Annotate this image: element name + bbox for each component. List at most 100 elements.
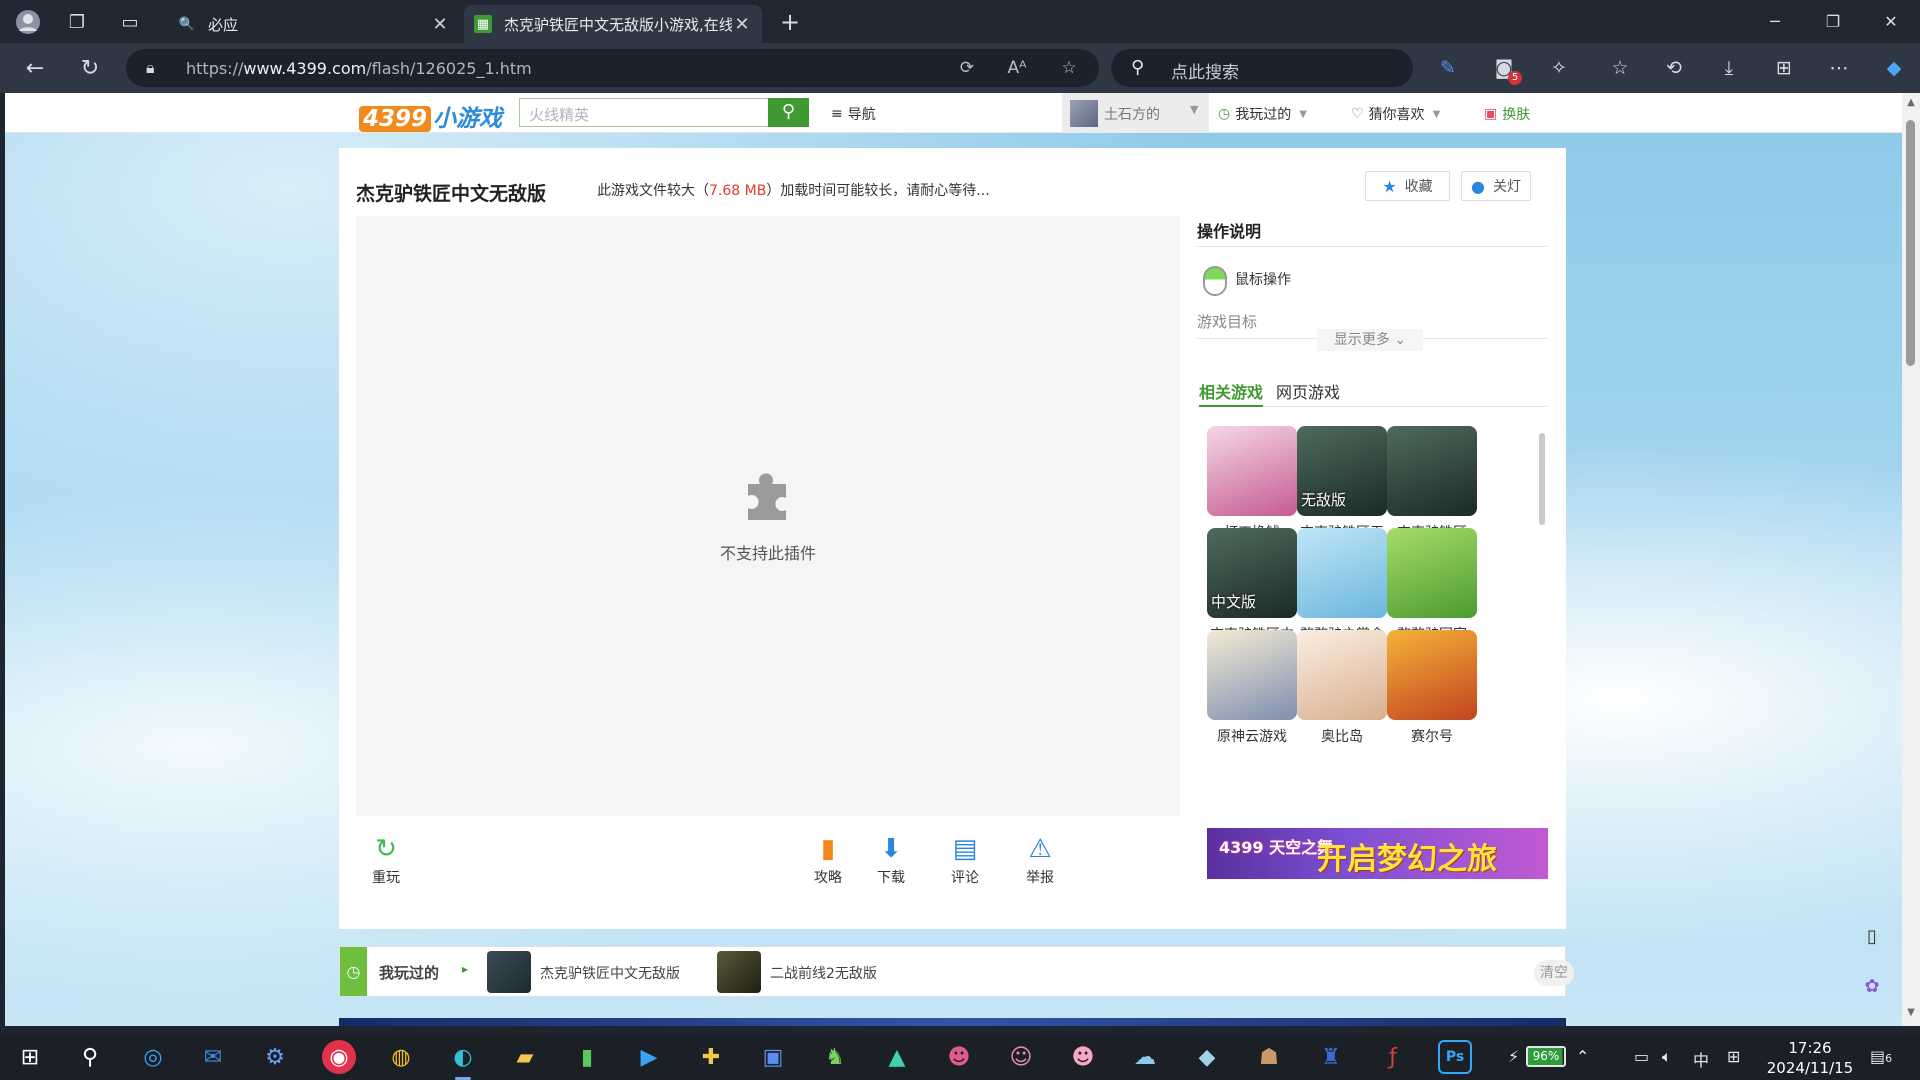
app-icon[interactable]: ◎ — [136, 1040, 170, 1074]
site-logo[interactable]: 4399 小游戏 — [359, 99, 502, 133]
minimize-icon[interactable]: ─ — [1746, 0, 1804, 43]
related-game-item[interactable]: 原神云游戏 — [1207, 630, 1302, 746]
ime-indicator[interactable]: 中 — [1693, 1047, 1709, 1071]
power-icon[interactable]: ⚡ — [1508, 1047, 1519, 1066]
clear-history-button[interactable]: 清空 — [1534, 960, 1574, 986]
related-game-item[interactable]: 憨憨驴回家 — [1382, 528, 1482, 644]
restore-icon[interactable]: ❐ — [1804, 0, 1862, 43]
start-icon[interactable]: ⊞ — [13, 1040, 47, 1074]
clock-date[interactable]: 2024/11/15 — [1765, 1059, 1855, 1077]
close-icon[interactable]: ✕ — [732, 14, 752, 35]
tab-bing[interactable]: 🔍 必应 ✕ — [168, 5, 460, 43]
played-thumb[interactable] — [487, 951, 531, 993]
more-menu-icon[interactable]: ⋯ — [1825, 54, 1853, 82]
game-icon[interactable]: ♞ — [818, 1040, 852, 1074]
nav-menu[interactable]: ≡ 导航 — [831, 104, 876, 124]
show-more-button[interactable]: 显示更多 ⌄ — [1317, 329, 1423, 351]
tab-related-games[interactable]: 相关游戏 — [1199, 379, 1264, 407]
related-game-item[interactable]: 打工挣钱 — [1207, 426, 1302, 542]
played-item[interactable]: 二战前线2无敌版 — [770, 963, 877, 983]
site-search-button[interactable]: ⚲ — [768, 98, 809, 127]
netease-music-icon[interactable]: ◉ — [322, 1040, 356, 1074]
outlook-icon[interactable]: ✉ — [196, 1040, 230, 1074]
app-icon[interactable]: ♜ — [1314, 1040, 1348, 1074]
browser-search-box[interactable]: ⚲ 点此搜索 — [1111, 49, 1413, 87]
report-button[interactable]: ⚠ 举报 — [1010, 831, 1070, 887]
photoshop-icon[interactable]: Ps — [1438, 1040, 1472, 1074]
keyboard-layout-icon[interactable]: ⊞ — [1727, 1047, 1740, 1066]
read-aloud-icon[interactable]: Aᴬ — [1006, 57, 1028, 79]
app-icon[interactable]: ◆ — [1190, 1040, 1224, 1074]
grid-scrollbar[interactable] — [1539, 433, 1545, 525]
file-explorer-icon[interactable]: ▰ — [508, 1040, 542, 1074]
chrome-icon[interactable]: ◍ — [384, 1040, 418, 1074]
brain-assistant-icon[interactable]: ✿ — [1859, 976, 1885, 1002]
game-player[interactable]: 不支持此插件 — [356, 216, 1180, 816]
app-icon[interactable]: ▮ — [570, 1040, 604, 1074]
favorite-button[interactable]: ★ 收藏 — [1365, 171, 1450, 201]
pen-extension-icon[interactable]: ✎ — [1434, 54, 1462, 82]
scroll-down-icon[interactable]: ▼ — [1904, 1007, 1918, 1021]
guide-button[interactable]: ▮ 攻略 — [798, 831, 858, 887]
chevron-up-icon[interactable]: ⌃ — [1576, 1047, 1589, 1066]
profile-icon[interactable] — [14, 8, 42, 36]
flash-icon[interactable]: ƒ — [1376, 1040, 1410, 1074]
notifications-icon[interactable]: ▤6 — [1870, 1047, 1892, 1066]
app-icon[interactable]: ☗ — [1252, 1040, 1286, 1074]
extensions-puzzle-icon[interactable]: ✧ — [1545, 54, 1573, 82]
tab-4399-game[interactable]: ▦ 杰克驴铁匠中文无敌版小游戏,在线 ✕ — [464, 5, 762, 43]
game-icon[interactable]: ☺ — [1004, 1040, 1038, 1074]
app-icon[interactable]: ▣ — [756, 1040, 790, 1074]
reading-mode-icon[interactable]: ▯ — [1859, 926, 1885, 952]
favorites-icon[interactable]: ☆ — [1606, 54, 1634, 82]
copilot-icon[interactable]: ◆ — [1880, 54, 1908, 82]
related-game-item[interactable]: 憨憨驴之赏金 — [1292, 528, 1392, 644]
clock-time[interactable]: 17:26 — [1765, 1039, 1855, 1057]
related-game-item[interactable]: 中文版杰克驴铁匠中 — [1207, 528, 1302, 644]
played-menu[interactable]: ◷ 我玩过的 ▼ — [1218, 104, 1307, 124]
cloud-icon[interactable]: ☁ — [1128, 1040, 1162, 1074]
collections-icon[interactable]: ⊞ — [1770, 54, 1798, 82]
game-icon[interactable]: ☻ — [1066, 1040, 1100, 1074]
related-game-item[interactable]: 奥比岛 — [1292, 630, 1392, 746]
scroll-up-icon[interactable]: ▲ — [1904, 97, 1918, 111]
scrollbar-thumb[interactable] — [1906, 120, 1915, 366]
back-icon[interactable]: ← — [20, 53, 50, 83]
workspaces-icon[interactable]: ❐ — [63, 8, 91, 36]
app-available-icon[interactable]: ⟳ — [956, 57, 978, 79]
replay-button[interactable]: ↻ 重玩 — [356, 831, 416, 887]
app-icon[interactable]: ▶ — [632, 1040, 666, 1074]
user-menu[interactable]: 土石方的 ▼ — [1062, 93, 1209, 133]
network-icon[interactable]: ▭ — [1634, 1047, 1649, 1066]
volume-icon[interactable]: 🔈︎ — [1662, 1047, 1672, 1067]
refresh-icon[interactable]: ↻ — [75, 53, 105, 83]
edge-icon[interactable]: ◐ — [446, 1040, 480, 1080]
played-thumb[interactable] — [717, 951, 761, 993]
address-bar[interactable]: 🔒︎ https://www.4399.com/flash/126025_1.h… — [126, 49, 1099, 87]
search-icon[interactable]: ⚲ — [73, 1040, 107, 1074]
puzzle-app-icon[interactable]: ✚ — [694, 1040, 728, 1074]
vertical-tabs-icon[interactable]: ▭ — [116, 8, 144, 36]
related-game-item[interactable]: 无敌版杰克驴铁匠无 — [1292, 426, 1392, 542]
download-button[interactable]: ⬇ 下载 — [861, 831, 921, 887]
game-icon[interactable]: ☻ — [942, 1040, 976, 1074]
lights-off-button[interactable]: ● 关灯 — [1461, 171, 1531, 201]
guess-menu[interactable]: ♡ 猜你喜欢 ▼ — [1351, 104, 1440, 124]
app-icon[interactable]: ▲ — [880, 1040, 914, 1074]
tab-web-games[interactable]: 网页游戏 — [1276, 379, 1340, 407]
history-icon[interactable]: ⟲ — [1660, 54, 1688, 82]
downloads-icon[interactable]: ⤓ — [1715, 54, 1743, 82]
related-game-item[interactable]: 杰克驴铁匠 — [1382, 426, 1482, 542]
settings-app-icon[interactable]: ⚙ — [258, 1040, 292, 1074]
comment-button[interactable]: ▤ 评论 — [935, 831, 995, 887]
window-close-icon[interactable]: ✕ — [1862, 0, 1920, 43]
played-item[interactable]: 杰克驴铁匠中文无敌版 — [540, 963, 680, 983]
new-tab-icon[interactable]: + — [776, 8, 804, 36]
site-search-input[interactable]: 火线精英 — [519, 98, 769, 127]
close-icon[interactable]: ✕ — [430, 14, 450, 35]
related-game-item[interactable]: 赛尔号 — [1382, 630, 1482, 746]
battery-indicator[interactable]: 96% — [1526, 1046, 1566, 1067]
ad-banner[interactable]: 4399 天空之舞 开启梦幻之旅 — [1207, 828, 1548, 879]
skin-button[interactable]: ▣ 换肤 — [1484, 104, 1530, 124]
favorite-star-icon[interactable]: ☆ — [1058, 57, 1080, 79]
